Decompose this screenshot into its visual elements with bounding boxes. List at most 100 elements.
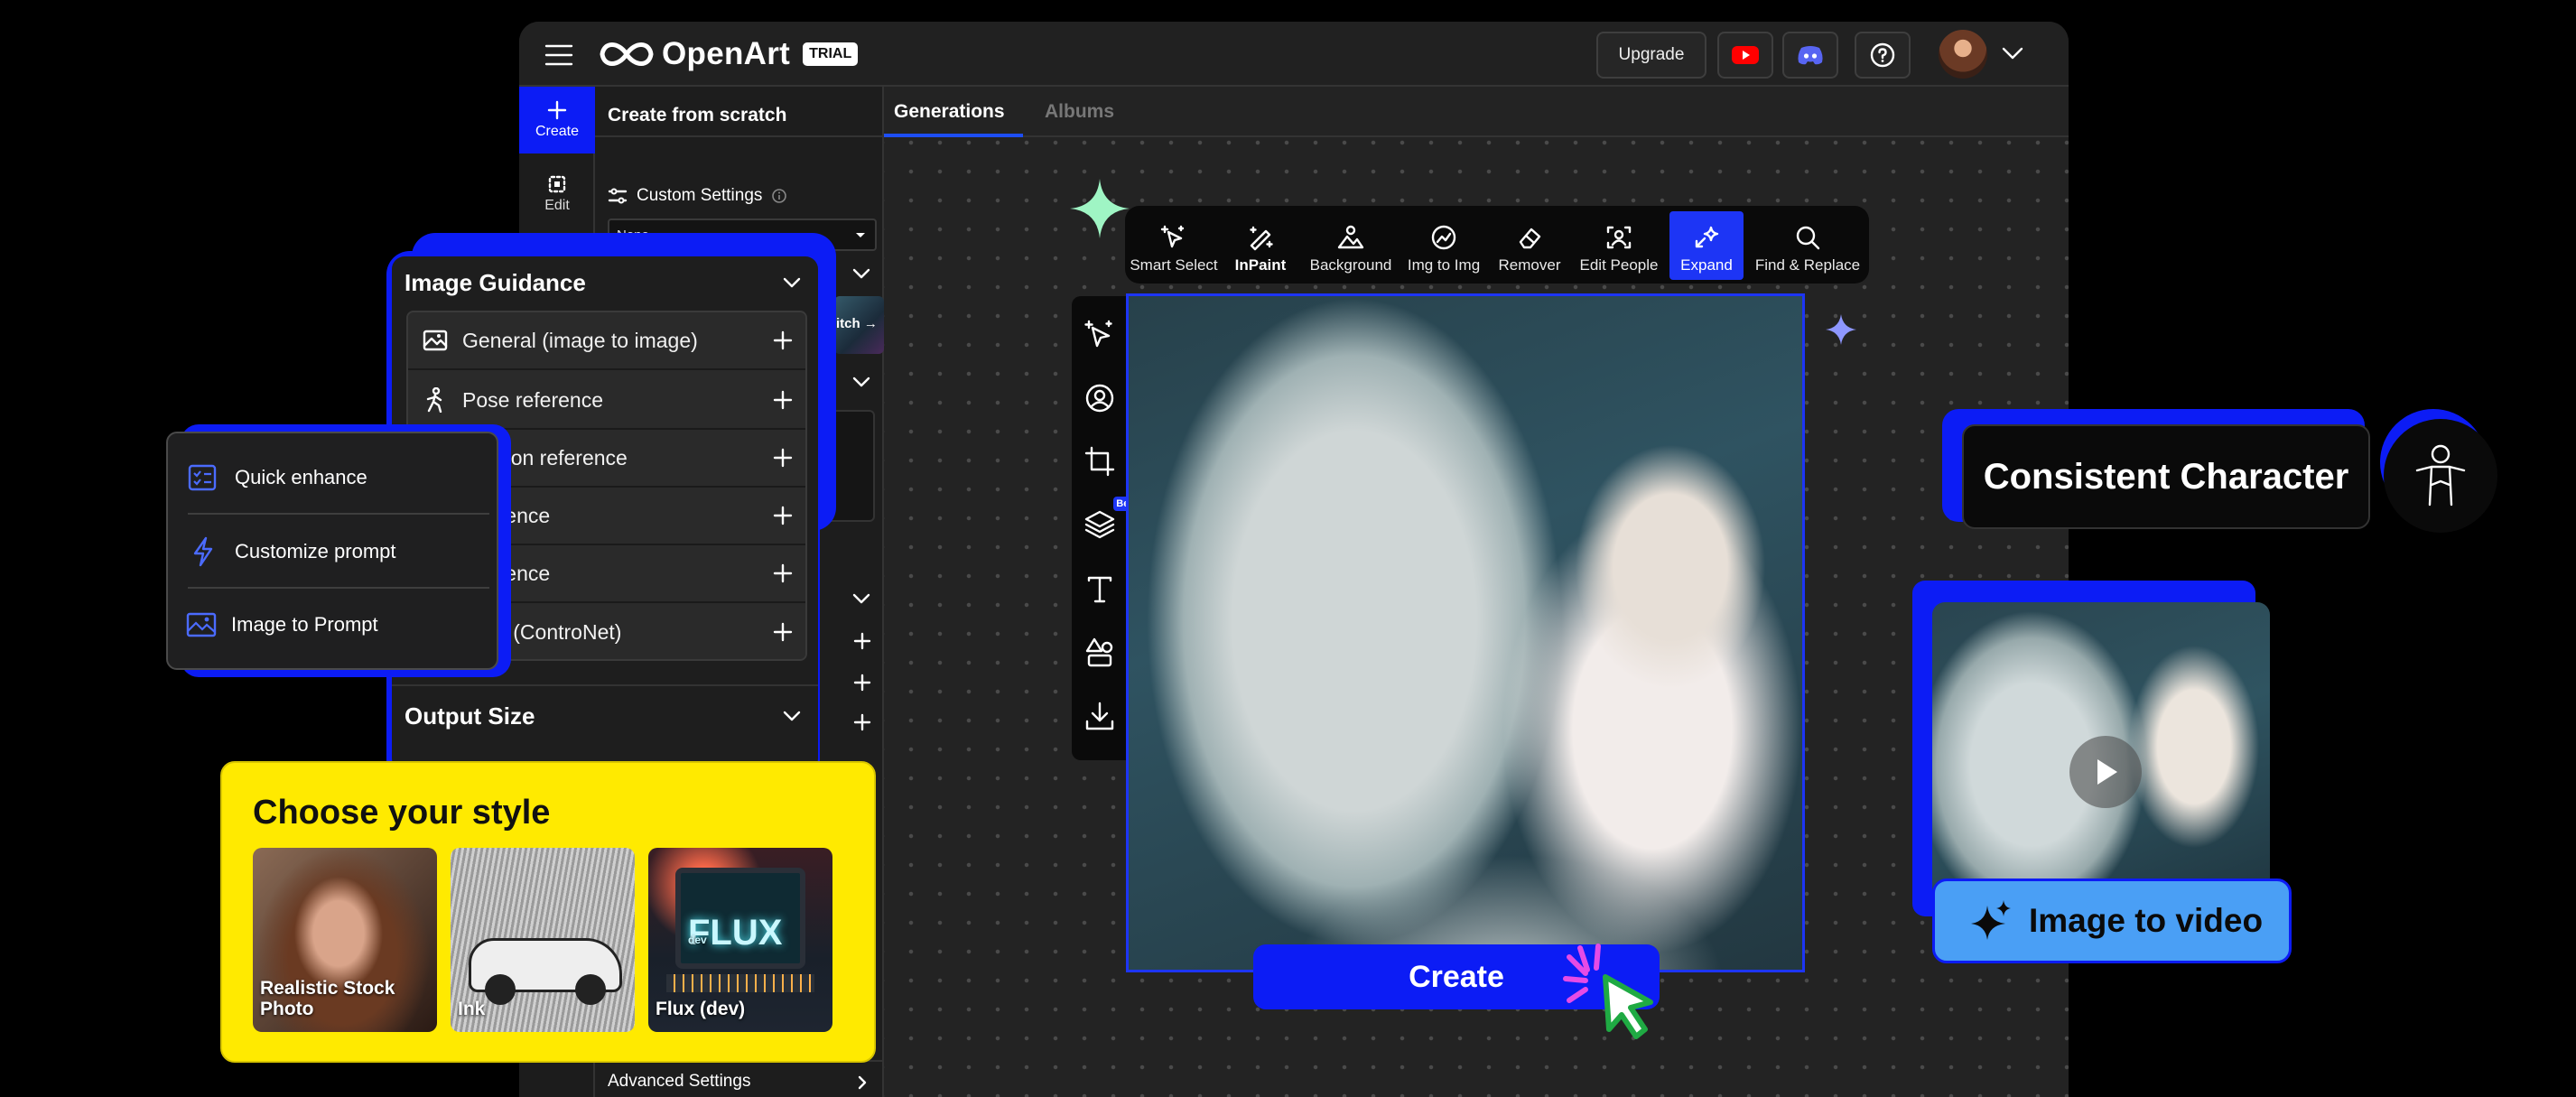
- guidance-item-label: Pose reference: [462, 387, 603, 412]
- tab-albums[interactable]: Albums: [1045, 87, 1135, 137]
- image-to-video-button[interactable]: Image to video: [1932, 879, 2292, 963]
- play-button[interactable]: [2069, 736, 2142, 808]
- style-option-label: Ink: [458, 999, 486, 1019]
- help-button[interactable]: [1855, 32, 1911, 79]
- tool-edit-people[interactable]: Edit People: [1575, 211, 1663, 280]
- collapse-chevron-icon[interactable]: [851, 376, 871, 388]
- add-icon[interactable]: [853, 674, 871, 692]
- add-icon[interactable]: [773, 622, 793, 642]
- create-nav-button[interactable]: Create: [519, 87, 595, 153]
- smart-select-icon: [1160, 225, 1185, 248]
- add-icon[interactable]: [773, 330, 793, 350]
- side-tool-shapes[interactable]: [1070, 621, 1130, 684]
- tool-label: Edit People: [1579, 256, 1659, 274]
- side-tool-download[interactable]: [1070, 684, 1130, 748]
- search-icon: [1796, 226, 1820, 250]
- edit-nav-button[interactable]: Edit: [519, 164, 595, 224]
- brand-name: OpenArt: [662, 36, 791, 71]
- layers-icon: [1084, 510, 1115, 539]
- tool-label: Remover: [1498, 256, 1561, 274]
- create-nav-label: Create: [535, 124, 580, 139]
- pose-icon: [426, 387, 442, 413]
- background-icon: [1337, 225, 1364, 249]
- style-picker-title: Choose your style: [253, 794, 551, 832]
- switch-label: itch →: [836, 316, 878, 331]
- tab-generations-label: Generations: [894, 101, 1005, 122]
- upgrade-button[interactable]: Upgrade: [1596, 32, 1706, 79]
- openart-logo-icon: [600, 42, 654, 66]
- tool-img-to-img[interactable]: Img to Img: [1401, 211, 1486, 280]
- style-option-ink[interactable]: Ink: [451, 848, 635, 1032]
- keyboard: [666, 974, 814, 992]
- play-icon: [2097, 759, 2117, 785]
- edit-toolbar: Smart Select InPaint Background Img to I…: [1125, 206, 1869, 284]
- sparkle-icon: [1070, 179, 1130, 238]
- inpaint-icon: [1250, 226, 1273, 251]
- tool-inpaint[interactable]: InPaint: [1224, 211, 1297, 280]
- menu-item-image-to-prompt[interactable]: Image to Prompt: [186, 589, 489, 661]
- tool-smart-select[interactable]: Smart Select: [1129, 211, 1219, 280]
- image-icon: [423, 330, 448, 351]
- lightning-icon: [193, 536, 213, 567]
- side-tool-face[interactable]: [1070, 367, 1130, 430]
- top-bar: OpenArt TRIAL Upgrade: [519, 22, 2069, 87]
- style-option-label: Realistic Stock Photo: [260, 978, 395, 1019]
- info-icon[interactable]: [771, 188, 787, 204]
- consistent-character-label: Consistent Character: [1983, 456, 2349, 497]
- menu-item-customize-prompt[interactable]: Customize prompt: [188, 516, 489, 589]
- chevron-down-icon[interactable]: [782, 276, 802, 289]
- character-icon-button[interactable]: [2384, 419, 2497, 533]
- checklist-icon: [188, 464, 217, 491]
- add-icon[interactable]: [773, 390, 793, 410]
- collapse-chevron-icon[interactable]: [851, 267, 871, 280]
- side-tool-crop[interactable]: [1070, 430, 1130, 493]
- menu-item-quick-enhance[interactable]: Quick enhance: [188, 442, 489, 515]
- collapse-chevron-icon[interactable]: [851, 592, 871, 605]
- style-option-flux[interactable]: FLUX dev Flux (dev): [648, 848, 832, 1032]
- help-icon: [1870, 42, 1895, 68]
- add-icon[interactable]: [773, 506, 793, 525]
- chevron-down-icon[interactable]: [2001, 45, 2024, 61]
- add-icon[interactable]: [773, 563, 793, 583]
- edit-frame-icon: [548, 175, 566, 193]
- avatar[interactable]: [1939, 30, 1987, 79]
- prompt-menu: Quick enhance Customize prompt Image to …: [166, 432, 498, 670]
- advanced-settings-label[interactable]: Advanced Settings: [608, 1072, 750, 1092]
- crop-icon: [1084, 446, 1115, 477]
- style-option-realistic[interactable]: Realistic Stock Photo: [253, 848, 437, 1032]
- tool-remover[interactable]: Remover: [1492, 211, 1567, 280]
- custom-settings-header: Custom Settings: [608, 186, 787, 206]
- consistent-character-button[interactable]: Consistent Character: [1962, 424, 2370, 529]
- youtube-button[interactable]: [1717, 32, 1773, 79]
- model-thumbnail[interactable]: itch →: [834, 296, 884, 354]
- tool-expand[interactable]: Expand: [1669, 211, 1744, 280]
- brand-logo[interactable]: OpenArt TRIAL: [599, 36, 859, 71]
- guidance-item-pose[interactable]: Pose reference: [408, 372, 805, 430]
- side-tool-layers[interactable]: Bet: [1070, 493, 1135, 556]
- menu-item-label: Customize prompt: [235, 540, 396, 562]
- discord-button[interactable]: [1782, 32, 1838, 79]
- hamburger-menu-icon[interactable]: [544, 43, 573, 67]
- tab-generations[interactable]: Generations: [884, 87, 1023, 137]
- chevron-down-icon[interactable]: [782, 710, 802, 722]
- add-icon[interactable]: [853, 713, 871, 731]
- side-tool-smart-select[interactable]: [1070, 303, 1130, 367]
- style-picker-card: Choose your style Realistic Stock Photo …: [220, 761, 876, 1063]
- custom-settings-label: Custom Settings: [637, 186, 763, 205]
- side-tool-text[interactable]: [1070, 558, 1130, 621]
- panel-title: Create from scratch: [608, 105, 787, 126]
- text-icon: [1087, 576, 1112, 603]
- add-icon[interactable]: [853, 632, 871, 650]
- face-swap-icon: [1085, 384, 1114, 413]
- image-to-video-label: Image to video: [2029, 902, 2264, 939]
- video-preview-image[interactable]: [1932, 602, 2270, 900]
- output-size-title: Output Size: [405, 702, 535, 730]
- tool-background[interactable]: Background: [1307, 211, 1394, 280]
- tool-find-replace[interactable]: Find & Replace: [1752, 211, 1864, 280]
- chevron-right-icon[interactable]: [857, 1074, 868, 1091]
- add-icon[interactable]: [773, 448, 793, 468]
- tool-label: InPaint: [1234, 256, 1287, 274]
- guidance-item-general[interactable]: General (image to image): [408, 312, 805, 370]
- tool-label: Smart Select: [1130, 256, 1218, 274]
- main-image-dragon-woman[interactable]: [1126, 293, 1805, 972]
